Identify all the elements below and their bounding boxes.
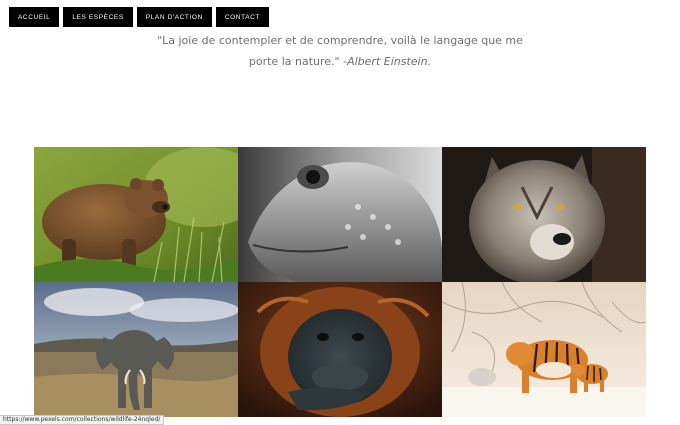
wildlife-gallery [34, 147, 646, 417]
lizard-photo [238, 147, 442, 282]
nav-les-especes[interactable]: Les espèces [63, 7, 133, 27]
nav-accueil[interactable]: Accueil [9, 7, 60, 27]
gallery-image-orangutan[interactable] [238, 282, 442, 417]
status-bar-url: https://www.pexels.com/collections/wildl… [0, 415, 165, 425]
gallery-image-lizard[interactable] [238, 147, 442, 282]
quote-block: "La joie de contempler et de comprendre,… [150, 30, 530, 72]
nav-plan-action[interactable]: Plan d'action [136, 7, 212, 27]
orangutan-photo [238, 282, 442, 417]
gallery-image-wolf[interactable] [442, 147, 646, 282]
quote-author: -Albert Einstein. [343, 55, 432, 68]
wolf-photo [442, 147, 646, 282]
gallery-image-elephant[interactable] [34, 282, 238, 417]
gallery-image-tigers[interactable] [442, 282, 646, 417]
bear-photo [34, 147, 238, 282]
main-nav: Accueil Les espèces Plan d'action Contac… [9, 7, 269, 27]
quote-text: "La joie de contempler et de comprendre,… [157, 34, 523, 68]
nav-contact[interactable]: Contact [215, 7, 269, 27]
gallery-image-bear[interactable] [34, 147, 238, 282]
elephant-photo [34, 282, 238, 417]
tigers-photo [442, 282, 646, 417]
